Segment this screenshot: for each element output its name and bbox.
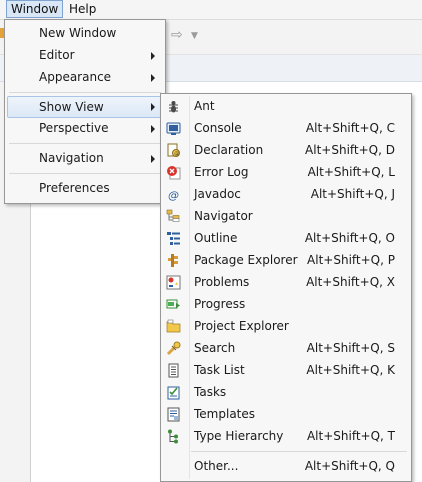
forward-arrow-icon[interactable]: ⇨ <box>171 27 183 43</box>
menu-item-label: Search <box>194 341 236 355</box>
submenu-arrow-icon <box>151 155 155 163</box>
menu-item-label: Navigation <box>39 151 104 165</box>
show-view-submenu: Ant Console Alt+Shift+Q, C @ Declaration… <box>160 93 412 482</box>
javadoc-icon: @ <box>168 189 179 202</box>
menu-item-label: Task List <box>194 363 245 377</box>
submenu-arrow-icon <box>151 125 155 133</box>
menu-item-navigation[interactable]: Navigation <box>7 148 163 169</box>
shortcut-label: Alt+Shift+Q, X <box>306 275 395 289</box>
menu-item-show-view[interactable]: Show View <box>7 96 163 118</box>
submenu-arrow-icon <box>151 52 155 60</box>
menu-item-label: Ant <box>194 99 215 113</box>
menu-item-label: Declaration <box>194 143 264 157</box>
menu-item-label: Tasks <box>194 385 227 399</box>
menu-item-label: Appearance <box>39 70 112 84</box>
menu-item-problems[interactable]: Problems Alt+Shift+Q, X <box>163 272 409 293</box>
menu-item-project-explorer[interactable]: Project Explorer <box>163 316 409 337</box>
project-explorer-icon <box>166 319 181 333</box>
error-log-icon <box>167 166 181 180</box>
shortcut-label: Alt+Shift+Q, P <box>307 253 395 267</box>
progress-icon <box>166 299 180 309</box>
task-list-icon <box>168 363 179 378</box>
menu-separator <box>9 143 161 144</box>
navigator-icon <box>166 209 180 222</box>
svg-text:@: @ <box>174 151 179 157</box>
shortcut-label: Alt+Shift+Q, S <box>306 341 395 355</box>
shortcut-label: Alt+Shift+Q, Q <box>304 459 395 473</box>
menu-item-javadoc[interactable]: @ Javadoc Alt+Shift+Q, J <box>163 184 409 205</box>
shortcut-label: Alt+Shift+Q, D <box>305 143 395 157</box>
menu-item-other[interactable]: Other... Alt+Shift+Q, Q <box>163 456 409 477</box>
menu-item-label: Preferences <box>39 181 110 195</box>
declaration-icon: @ <box>167 143 180 157</box>
menu-window[interactable]: Window <box>6 0 64 18</box>
menu-item-label: Type Hierarchy <box>194 429 284 443</box>
menu-item-progress[interactable]: Progress <box>163 294 409 315</box>
shortcut-label: Alt+Shift+Q, L <box>307 165 395 179</box>
type-hierarchy-icon <box>168 429 178 444</box>
menu-item-ant[interactable]: Ant <box>163 96 409 117</box>
problems-icon <box>166 275 181 290</box>
menu-item-label: Perspective <box>39 121 109 135</box>
menubar: Window Help <box>0 0 422 20</box>
menu-item-label: Javadoc <box>194 187 241 201</box>
console-icon <box>166 122 181 135</box>
menu-item-perspective[interactable]: Perspective <box>7 118 163 139</box>
menu-item-declaration[interactable]: @ Declaration Alt+Shift+Q, D <box>163 140 409 161</box>
dropdown-arrow-icon[interactable]: ▼ <box>191 31 198 41</box>
menu-separator <box>9 92 161 93</box>
menu-item-appearance[interactable]: Appearance <box>7 67 163 88</box>
menu-item-label: Templates <box>194 407 256 421</box>
menu-item-preferences[interactable]: Preferences <box>7 178 163 199</box>
menu-item-label: Package Explorer <box>194 253 298 267</box>
menu-item-error-log[interactable]: Error Log Alt+Shift+Q, L <box>163 162 409 183</box>
menu-item-label: Outline <box>194 231 238 245</box>
menu-item-search[interactable]: Search Alt+Shift+Q, S <box>163 338 409 359</box>
menu-item-task-list[interactable]: Task List Alt+Shift+Q, K <box>163 360 409 381</box>
shortcut-label: Alt+Shift+Q, O <box>304 231 395 245</box>
menu-item-label: New Window <box>39 26 117 40</box>
menu-item-tasks[interactable]: Tasks <box>163 382 409 403</box>
menu-item-navigator[interactable]: Navigator <box>163 206 409 227</box>
templates-icon <box>167 407 180 422</box>
menu-item-label: Problems <box>194 275 250 289</box>
menu-item-label: Project Explorer <box>194 319 289 333</box>
shortcut-label: Alt+Shift+Q, K <box>306 363 395 377</box>
window-menu: New Window Editor Appearance Show View P… <box>4 19 166 204</box>
outline-icon <box>167 232 180 245</box>
shortcut-label: Alt+Shift+Q, C <box>305 121 395 135</box>
tasks-icon <box>167 386 180 400</box>
menu-separator <box>191 451 407 452</box>
eclipse-workbench: ⇨ ▼ Window Help New Window Editor Appear… <box>0 0 422 482</box>
menu-item-label: Editor <box>39 48 75 62</box>
menu-item-label: Other... <box>194 459 239 473</box>
package-explorer-icon <box>168 254 178 267</box>
menu-item-new-window[interactable]: New Window <box>7 23 163 44</box>
menu-item-label: Navigator <box>194 209 253 223</box>
svg-text:@: @ <box>168 189 179 202</box>
submenu-arrow-icon <box>151 103 155 111</box>
submenu-arrow-icon <box>151 74 155 82</box>
menu-item-console[interactable]: Console Alt+Shift+Q, C <box>163 118 409 139</box>
menu-item-type-hierarchy[interactable]: Type Hierarchy Alt+Shift+Q, T <box>163 426 409 447</box>
shortcut-label: Alt+Shift+Q, J <box>310 187 395 201</box>
menu-item-outline[interactable]: Outline Alt+Shift+Q, O <box>163 228 409 249</box>
menu-help[interactable]: Help <box>65 1 100 17</box>
menu-item-label: Console <box>194 121 242 135</box>
menu-item-label: Show View <box>39 100 104 114</box>
menu-item-label: Progress <box>194 297 246 311</box>
shortcut-label: Alt+Shift+Q, T <box>306 429 395 443</box>
menu-separator <box>9 173 161 174</box>
menu-item-editor[interactable]: Editor <box>7 45 163 66</box>
menu-item-templates[interactable]: Templates <box>163 404 409 425</box>
ant-icon <box>169 101 178 113</box>
search-icon <box>166 341 181 356</box>
menu-item-label: Error Log <box>194 165 249 179</box>
menu-item-package-explorer[interactable]: Package Explorer Alt+Shift+Q, P <box>163 250 409 271</box>
